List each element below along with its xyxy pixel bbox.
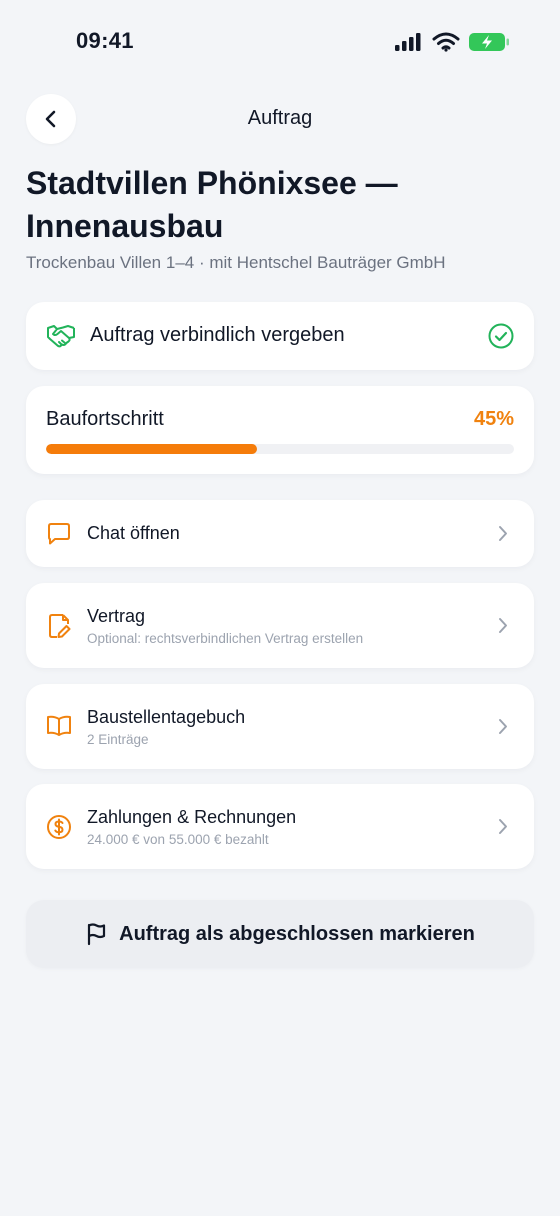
check-circle-icon	[488, 323, 514, 354]
status-bar: 09:41	[0, 0, 560, 84]
mark-complete-label: Auftrag als abgeschlossen markieren	[119, 922, 475, 945]
contract-status-card: Auftrag verbindlich vergeben	[26, 302, 534, 370]
payments-subtitle: 24.000 € von 55.000 € bezahlt	[87, 832, 269, 847]
contract-title: Vertrag	[87, 606, 146, 626]
chevron-right-icon	[498, 818, 508, 840]
chat-bubble-icon	[46, 521, 72, 552]
document-edit-icon	[46, 612, 72, 645]
status-time: 09:41	[76, 28, 134, 53]
flag-icon	[88, 923, 106, 946]
status-label: Auftrag verbindlich vergeben	[90, 324, 345, 346]
chat-title: Chat öffnen	[87, 523, 180, 543]
status-icons	[394, 31, 510, 53]
diary-subtitle: 2 Einträge	[87, 732, 149, 747]
nav-bar: Auftrag	[0, 94, 560, 146]
contract-subtitle: Optional: rechtsverbindlichen Vertrag er…	[87, 631, 364, 646]
screen: 09:41 Auftrag Stadtvillen Phönixsee — In…	[0, 0, 560, 1216]
dollar-circle-icon	[46, 814, 72, 845]
signal-icon	[395, 33, 421, 51]
payments-title: Zahlungen & Rechnungen	[87, 807, 297, 827]
chevron-right-icon	[498, 617, 508, 639]
mark-complete-button[interactable]: Auftrag als abgeschlossen markieren	[26, 900, 534, 968]
payments-item[interactable]: Zahlungen & Rechnungen 24.000 € von 55.0…	[26, 784, 534, 869]
chevron-right-icon	[498, 718, 508, 740]
progress-label: Baufortschritt	[46, 408, 164, 430]
book-open-icon	[46, 714, 72, 743]
nav-title: Auftrag	[247, 107, 313, 129]
page-subtitle: Trockenbau Villen 1–4 · mit Hentschel Ba…	[26, 253, 446, 272]
contract-item[interactable]: Vertrag Optional: rechtsverbindlichen Ve…	[26, 583, 534, 668]
battery-charging-icon	[469, 33, 509, 51]
progress-track	[46, 444, 514, 454]
chevron-right-icon	[498, 525, 508, 547]
handshake-icon	[46, 322, 76, 355]
diary-title: Baustellentagebuch	[87, 707, 246, 727]
progress-card: Baufortschritt 45%	[26, 386, 534, 474]
wifi-icon	[432, 32, 460, 52]
progress-value: 45%	[473, 408, 514, 430]
chat-item[interactable]: Chat öffnen	[26, 500, 534, 567]
page-title: Stadtvillen Phönixsee — Innenausbau	[26, 165, 398, 244]
chevron-left-icon	[45, 110, 56, 128]
diary-item[interactable]: Baustellentagebuch 2 Einträge	[26, 684, 534, 769]
progress-fill	[46, 444, 257, 454]
back-button[interactable]	[26, 94, 76, 144]
